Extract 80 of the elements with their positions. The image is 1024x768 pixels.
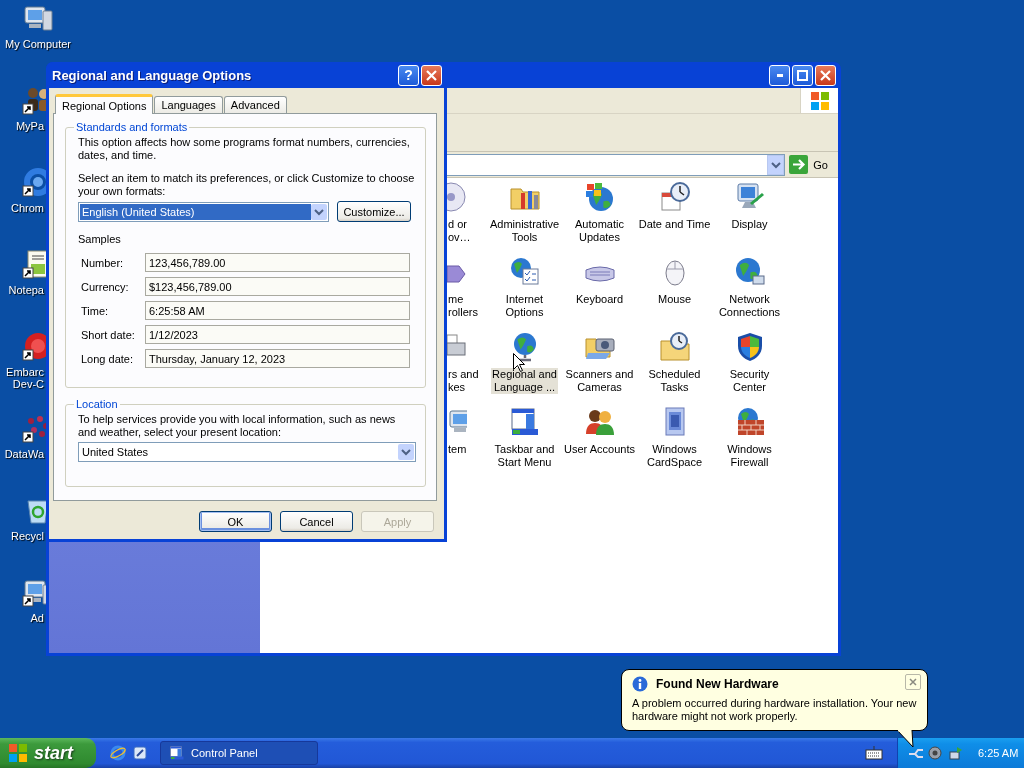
control-panel-item[interactable]: Security Center <box>728 368 771 394</box>
help-button[interactable]: ? <box>398 64 419 86</box>
description-text: This option affects how some programs format numbers, currencies, dates, and time. <box>78 136 411 162</box>
mouse-pointer-icon <box>513 353 525 372</box>
control-panel-item[interactable]: User Accounts <box>563 443 636 456</box>
sample-label: Time: <box>80 304 110 317</box>
dialog-button[interactable]: OK <box>199 511 272 532</box>
desktop-icon-label[interactable]: Recycl <box>0 530 44 542</box>
control-panel-item[interactable]: tem <box>447 443 468 456</box>
close-icon <box>909 678 917 686</box>
keyboard-icon[interactable] <box>865 746 883 760</box>
customize-button[interactable]: Customize... <box>337 201 411 222</box>
window-icon <box>169 745 185 761</box>
maximize-button[interactable] <box>792 64 813 86</box>
sample-field: 123,456,789.00 <box>145 253 410 272</box>
sample-label: Currency: <box>80 280 130 293</box>
control-panel-item[interactable]: Keyboard <box>574 293 625 306</box>
caret-icon <box>770 160 781 169</box>
tab[interactable]: Advanced <box>223 96 287 113</box>
desktop-icon-label[interactable]: MyPa <box>0 120 44 132</box>
control-panel-item[interactable]: Administrative Tools <box>488 218 561 244</box>
maximize-icon <box>797 69 808 81</box>
control-panel-item[interactable]: Windows CardSpace <box>645 443 703 469</box>
browser-icon[interactable] <box>110 745 126 761</box>
speaker-icon[interactable] <box>928 745 944 761</box>
sample-field: 1/12/2023 <box>145 325 410 344</box>
control-panel-item[interactable]: me rollers <box>447 293 479 319</box>
go-button[interactable]: Go <box>789 155 834 174</box>
control-panel-item[interactable]: Automatic Updates <box>574 218 625 244</box>
sample-label: Short date: <box>80 328 136 341</box>
control-panel-item[interactable]: Scheduled Tasks <box>647 368 702 394</box>
windows-logo-icon <box>809 90 830 111</box>
clock[interactable]: 6:25 AM <box>978 747 1019 759</box>
format-dropdown[interactable]: English (United States) <box>78 201 329 222</box>
samples-label: Samples <box>78 233 122 245</box>
location-dropdown[interactable]: United States <box>78 442 416 462</box>
control-panel-item[interactable]: Network Connections <box>717 293 782 319</box>
control-panel-item[interactable]: Mouse <box>657 293 692 306</box>
desktop-icon-label[interactable]: Notepa <box>0 284 44 296</box>
desktop-icon-label[interactable]: My Computer <box>5 38 71 50</box>
group-title: Location <box>75 398 119 410</box>
desktop-icon-label[interactable]: Embarc Dev-C <box>0 366 44 390</box>
minimize-button[interactable] <box>769 64 790 86</box>
tab[interactable]: Regional Options <box>55 94 154 114</box>
info-icon <box>632 676 648 692</box>
window-title: Regional and Language Options <box>52 67 253 83</box>
location-description: To help services provide you with local information, such as news and weather, select your present location: <box>78 413 397 439</box>
desktop-icon-label[interactable]: DataWa <box>0 448 44 460</box>
minimize-icon <box>776 73 783 77</box>
sample-label: Long date: <box>80 352 134 365</box>
sample-field: Thursday, January 12, 2023 <box>145 349 410 368</box>
control-panel-item[interactable]: Windows Firewall <box>726 443 773 469</box>
dialog-button[interactable]: Cancel <box>280 511 353 532</box>
balloon-title: Found New Hardware <box>656 677 779 691</box>
network-icon[interactable] <box>948 745 964 761</box>
control-panel-item[interactable]: Display <box>730 218 769 231</box>
sample-field: 6:25:58 AM <box>145 301 410 320</box>
control-panel-item[interactable]: Scanners and Cameras <box>564 368 635 394</box>
arrow-icon <box>789 155 809 174</box>
control-panel-item[interactable]: Taskbar and Start Menu <box>493 443 556 469</box>
balloon-message: A problem occurred during hardware installation. Your new hardware might not work properly. <box>632 697 917 723</box>
desktop-icon-label[interactable]: Ad <box>0 612 44 624</box>
control-panel-item[interactable]: Internet Options <box>504 293 545 319</box>
control-panel-item[interactable]: rs and kes <box>447 368 480 394</box>
close-button[interactable] <box>905 674 921 690</box>
close-icon <box>426 69 437 81</box>
windows-logo-icon <box>8 743 28 763</box>
control-panel-item[interactable]: Regional and Language ... <box>491 368 558 394</box>
control-panel-item[interactable]: d or ov… <box>447 218 472 244</box>
group-title: Standards and formats <box>75 121 189 133</box>
sample-label: Number: <box>80 256 125 269</box>
prompt-text: Select an item to match its preferences, or click Customize to choose your own formats: <box>78 172 416 198</box>
start-button[interactable]: start <box>0 738 96 768</box>
tab[interactable]: Languages <box>154 96 223 113</box>
dropdown-button[interactable] <box>767 154 785 175</box>
desktop-icon-label[interactable]: Chrom <box>0 202 44 214</box>
close-icon <box>820 69 831 81</box>
control-panel-item[interactable]: Date and Time <box>637 218 712 231</box>
taskbar-button[interactable]: Control Panel <box>160 741 318 765</box>
sample-field: $123,456,789.00 <box>145 277 410 296</box>
